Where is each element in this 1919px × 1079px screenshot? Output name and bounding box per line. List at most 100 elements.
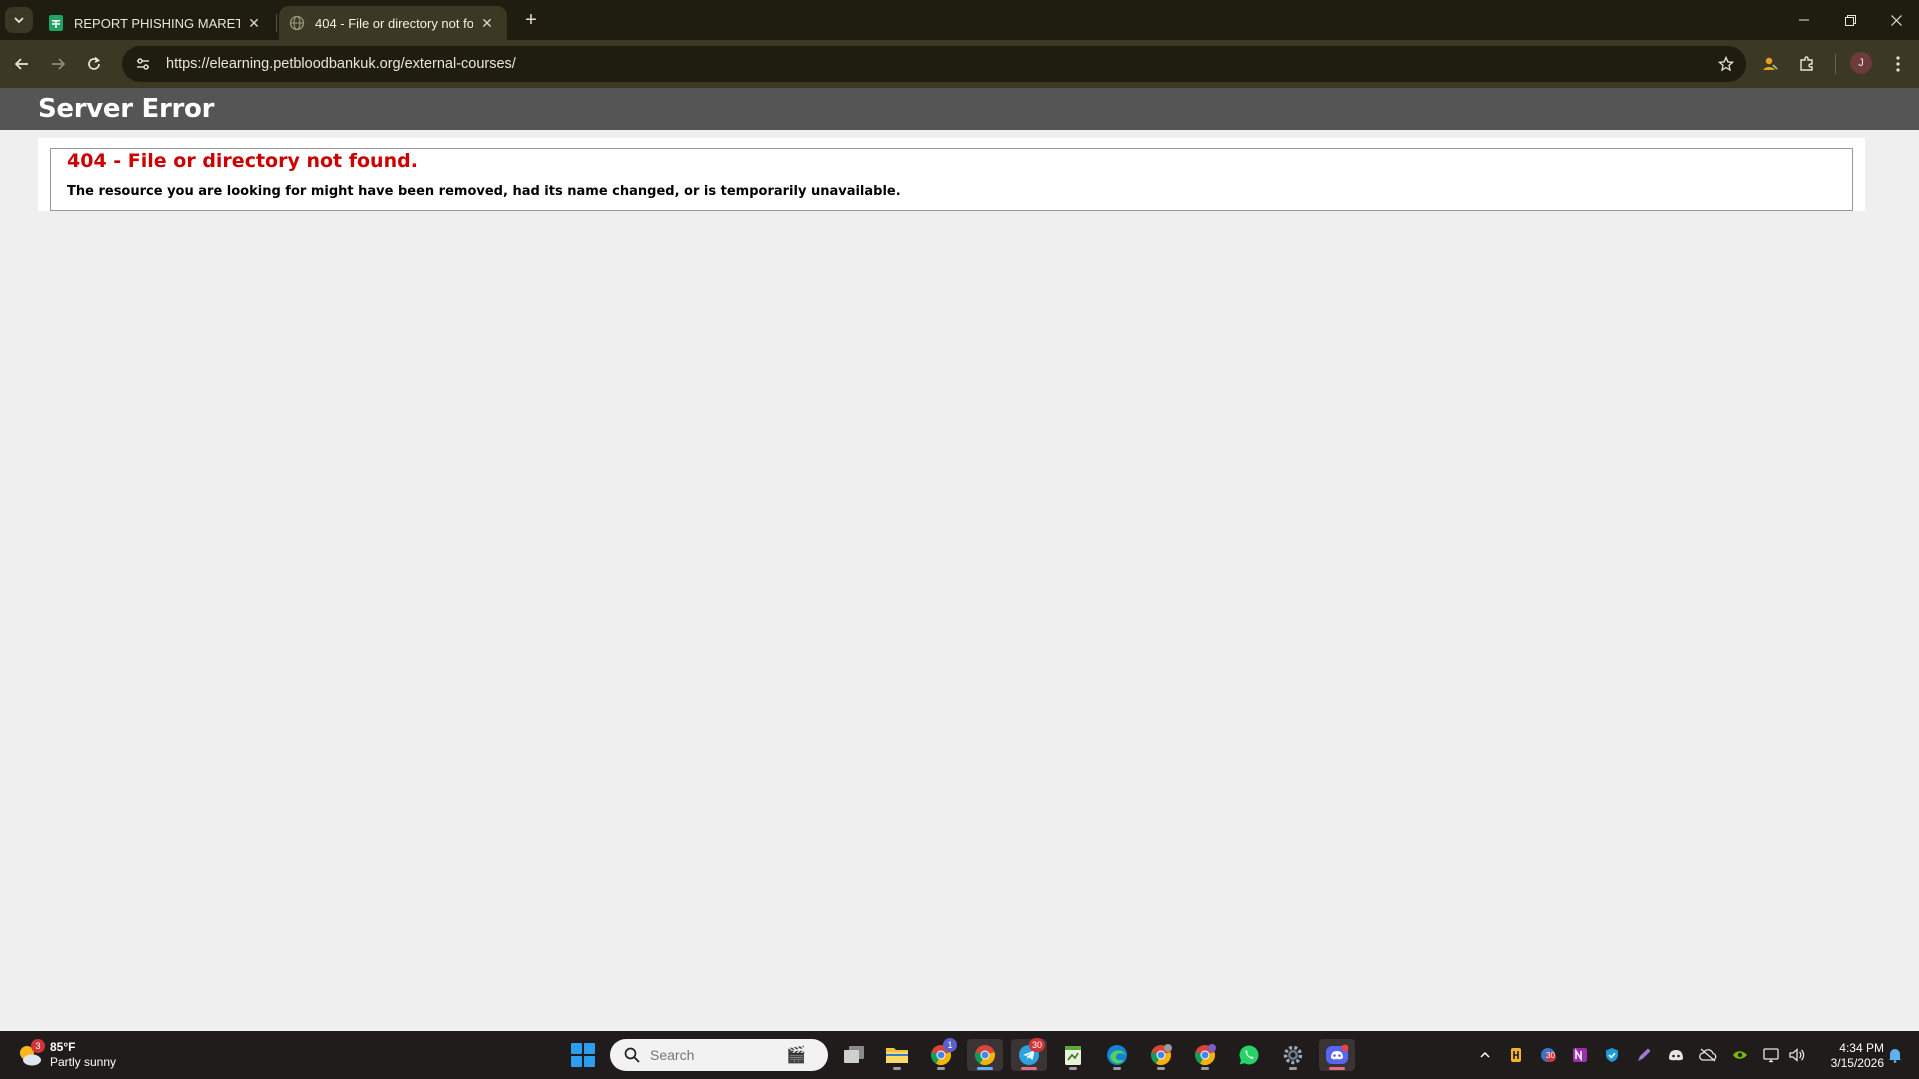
speaker-icon bbox=[1789, 1048, 1805, 1062]
plus-icon: + bbox=[525, 8, 537, 31]
url-text[interactable]: https://elearning.petbloodbankuk.org/ext… bbox=[166, 56, 516, 72]
whatsapp-button[interactable] bbox=[1231, 1039, 1267, 1071]
whatsapp-icon bbox=[1239, 1045, 1259, 1065]
new-tab-button[interactable]: + bbox=[520, 9, 542, 31]
discord-button[interactable] bbox=[1319, 1039, 1355, 1071]
back-button[interactable] bbox=[8, 50, 36, 78]
active-indicator bbox=[1021, 1067, 1037, 1070]
discord-icon bbox=[1326, 1044, 1349, 1064]
more-vertical-icon bbox=[1896, 56, 1900, 72]
security-tray[interactable] bbox=[1602, 1045, 1622, 1065]
clock-date: 3/15/2026 bbox=[1830, 1056, 1884, 1070]
content-container: 404 - File or directory not found. The r… bbox=[38, 138, 1865, 211]
close-icon[interactable]: ✕ bbox=[244, 13, 264, 33]
restore-button[interactable] bbox=[1827, 0, 1873, 40]
pen-tray[interactable] bbox=[1634, 1045, 1654, 1065]
arrow-left-icon bbox=[14, 58, 28, 70]
discord-tray[interactable] bbox=[1666, 1045, 1686, 1065]
clock-time: 4:34 PM bbox=[1839, 1041, 1884, 1055]
bell-icon bbox=[1889, 1049, 1901, 1063]
tray-badge-count: 30 bbox=[1546, 1051, 1555, 1060]
tab-title: REPORT PHISHING MARET 2026 bbox=[74, 15, 240, 31]
weather-condition: Partly sunny bbox=[50, 1055, 117, 1069]
close-icon[interactable]: ✕ bbox=[477, 13, 497, 33]
volume-tray[interactable] bbox=[1787, 1045, 1807, 1065]
running-indicator bbox=[1289, 1067, 1297, 1070]
search-input[interactable] bbox=[650, 1047, 770, 1063]
key-person-icon bbox=[1763, 57, 1778, 70]
taskbar-search[interactable]: 🎬 bbox=[610, 1039, 828, 1071]
tab-search-button[interactable] bbox=[5, 7, 33, 33]
windows-logo-icon bbox=[571, 1043, 582, 1054]
running-indicator bbox=[893, 1067, 901, 1070]
browser-toolbar: https://elearning.petbloodbankuk.org/ext… bbox=[0, 40, 1919, 88]
windows-taskbar: 3 85°F Partly sunny 🎬 1 30 bbox=[0, 1031, 1919, 1079]
tray-app-2[interactable]: 30 bbox=[1538, 1045, 1558, 1065]
search-icon bbox=[622, 1045, 642, 1065]
toolbar-separator bbox=[1835, 54, 1836, 74]
weather-badge: 3 bbox=[31, 1039, 45, 1053]
tab-report-phishing[interactable]: REPORT PHISHING MARET 2026 ✕ bbox=[38, 6, 277, 40]
file-explorer-button[interactable] bbox=[879, 1039, 915, 1071]
weather-widget[interactable]: 3 85°F Partly sunny bbox=[16, 1037, 116, 1073]
system-clock[interactable]: 4:34 PM 3/15/2026 bbox=[1814, 1041, 1884, 1071]
weather-temperature: 85°F bbox=[50, 1040, 76, 1054]
settings-button[interactable] bbox=[1275, 1039, 1311, 1071]
windows-logo-tile bbox=[584, 1043, 595, 1054]
tab-404-error[interactable]: 404 - File or directory not found. ✕ bbox=[279, 6, 507, 40]
tune-icon bbox=[137, 58, 149, 70]
cloud-off-icon bbox=[1699, 1048, 1717, 1062]
restore-icon bbox=[1844, 14, 1856, 26]
telegram-button[interactable]: 30 bbox=[1011, 1038, 1047, 1071]
task-view-icon bbox=[844, 1046, 864, 1063]
puzzle-icon bbox=[1800, 56, 1813, 71]
windows-logo-tile bbox=[584, 1056, 595, 1067]
profile-avatar[interactable]: J bbox=[1850, 52, 1872, 74]
chrome-icon bbox=[1195, 1044, 1216, 1066]
minimize-button[interactable] bbox=[1781, 0, 1827, 40]
site-info-button[interactable] bbox=[128, 49, 158, 79]
notification-badge: 1 bbox=[943, 1038, 957, 1052]
active-indicator bbox=[977, 1067, 993, 1070]
settings-icon bbox=[1283, 1045, 1303, 1065]
notification-center-button[interactable] bbox=[1885, 1045, 1905, 1065]
start-button[interactable] bbox=[571, 1043, 595, 1067]
extensions-button[interactable] bbox=[1795, 52, 1819, 76]
running-indicator bbox=[1113, 1067, 1121, 1070]
error-fieldset: 404 - File or directory not found. The r… bbox=[50, 148, 1853, 211]
pen-icon bbox=[1638, 1048, 1651, 1061]
browser-menu-button[interactable] bbox=[1886, 52, 1910, 76]
running-indicator bbox=[937, 1067, 945, 1070]
address-bar[interactable]: https://elearning.petbloodbankuk.org/ext… bbox=[122, 46, 1746, 82]
password-manager-button[interactable] bbox=[1758, 52, 1782, 76]
notepad-button[interactable] bbox=[1055, 1039, 1091, 1071]
active-indicator bbox=[1329, 1067, 1345, 1070]
error-title: 404 - File or directory not found. bbox=[67, 150, 418, 172]
chrome-profile-3-button[interactable] bbox=[1187, 1039, 1223, 1071]
bookmark-star-button[interactable] bbox=[1716, 54, 1736, 74]
error-header: Server Error bbox=[0, 88, 1919, 130]
show-hidden-icons-button[interactable] bbox=[1475, 1045, 1495, 1065]
chrome-profile-1-button[interactable]: 1 bbox=[923, 1038, 959, 1071]
file-explorer-icon bbox=[886, 1048, 908, 1063]
chrome-active-button[interactable] bbox=[967, 1039, 1003, 1071]
onenote-tray[interactable] bbox=[1570, 1045, 1590, 1065]
forward-button[interactable] bbox=[44, 50, 72, 78]
windows-logo-tile bbox=[571, 1056, 582, 1067]
cloud-sync-tray[interactable] bbox=[1698, 1045, 1718, 1065]
nvidia-tray[interactable] bbox=[1730, 1045, 1750, 1065]
network-tray[interactable] bbox=[1762, 1045, 1782, 1065]
task-view-button[interactable] bbox=[836, 1039, 872, 1071]
reload-icon bbox=[88, 56, 101, 70]
running-indicator bbox=[1201, 1067, 1209, 1070]
close-window-button[interactable] bbox=[1873, 0, 1919, 40]
notification-badge: 30 bbox=[1028, 1038, 1045, 1052]
chrome-profile-2-button[interactable] bbox=[1143, 1039, 1179, 1071]
error-message: The resource you are looking for might h… bbox=[67, 184, 901, 199]
tray-h-icon bbox=[1511, 1048, 1521, 1062]
reload-button[interactable] bbox=[80, 50, 108, 78]
edge-button[interactable] bbox=[1099, 1039, 1135, 1071]
shield-check-icon bbox=[1606, 1048, 1618, 1062]
page-viewport: Server Error 404 - File or directory not… bbox=[0, 88, 1919, 1031]
tray-app-1[interactable] bbox=[1506, 1045, 1526, 1065]
